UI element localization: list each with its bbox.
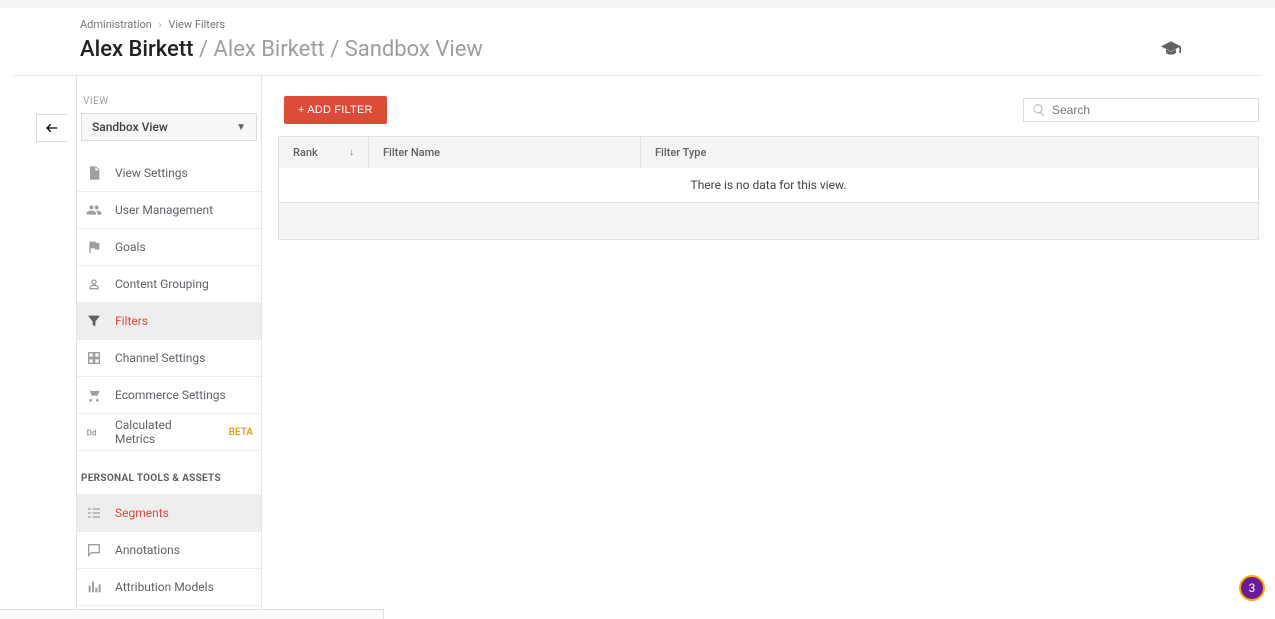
search-icon xyxy=(1032,103,1046,117)
table-footer xyxy=(279,203,1258,239)
nav-attribution-models[interactable]: Attribution Models xyxy=(77,569,261,606)
nav-goals[interactable]: Goals xyxy=(77,229,261,266)
bars-icon xyxy=(85,579,103,595)
nav-label: Annotations xyxy=(115,543,180,557)
dd-icon: Dd xyxy=(85,424,103,440)
group-icon xyxy=(85,202,103,218)
account-name: Alex Birkett xyxy=(80,37,193,62)
nav-label: Channel Settings xyxy=(115,351,205,365)
comment-icon xyxy=(85,542,103,558)
nav-label: Goals xyxy=(115,240,146,254)
page-header: Administration › View Filters Alex Birke… xyxy=(14,8,1261,76)
nav-label: User Management xyxy=(115,203,213,217)
view-selector-value: Sandbox View xyxy=(92,120,168,134)
filter-icon xyxy=(85,313,103,329)
document-icon xyxy=(85,165,103,181)
table-header-row: Rank ↓ Filter Name Filter Type xyxy=(279,137,1258,168)
search-input[interactable] xyxy=(1052,103,1250,117)
breadcrumb[interactable]: Administration › View Filters xyxy=(80,18,483,31)
flag-icon xyxy=(85,239,103,255)
sidebar-section-view-label: VIEW xyxy=(77,76,261,113)
main-content: + ADD FILTER Rank ↓ Filter Name Filter T… xyxy=(262,76,1275,619)
nav-label: Calculated Metrics xyxy=(115,418,215,446)
channel-icon xyxy=(85,350,103,366)
nav-content-grouping[interactable]: Content Grouping xyxy=(77,266,261,303)
sidebar: VIEW Sandbox View ▼ View Settings User M… xyxy=(76,76,261,619)
nav-filters[interactable]: Filters xyxy=(77,303,261,340)
education-icon[interactable] xyxy=(1161,41,1261,63)
nav-ecommerce-settings[interactable]: Ecommerce Settings xyxy=(77,377,261,414)
filters-table: Rank ↓ Filter Name Filter Type There is … xyxy=(278,136,1259,240)
add-filter-button[interactable]: + ADD FILTER xyxy=(284,96,387,124)
nav-label: View Settings xyxy=(115,166,188,180)
nav-label: Ecommerce Settings xyxy=(115,388,226,402)
nav-label: Filters xyxy=(115,314,148,328)
col-header-filter-name[interactable]: Filter Name xyxy=(369,137,641,168)
sort-arrow-icon: ↓ xyxy=(350,147,355,158)
sidebar-section-personal-label: PERSONAL TOOLS & ASSETS xyxy=(77,451,261,495)
col-header-filter-type[interactable]: Filter Type xyxy=(641,137,1258,168)
nav-user-management[interactable]: User Management xyxy=(77,192,261,229)
table-empty-message: There is no data for this view. xyxy=(279,168,1258,203)
nav-calculated-metrics[interactable]: Dd Calculated Metrics BETA xyxy=(77,414,261,451)
nav-label: Attribution Models xyxy=(115,580,214,594)
beta-badge: BETA xyxy=(229,427,253,438)
person-outline-icon xyxy=(85,276,103,292)
breadcrumb-level-1[interactable]: Administration xyxy=(80,18,152,31)
view-path: / Alex Birkett / Sandbox View xyxy=(199,37,483,62)
notification-fab[interactable]: 3 xyxy=(1239,575,1265,601)
nav-annotations[interactable]: Annotations xyxy=(77,532,261,569)
bottom-placeholder-bar xyxy=(0,609,384,619)
view-selector-dropdown[interactable]: Sandbox View ▼ xyxy=(81,113,257,141)
nav-channel-settings[interactable]: Channel Settings xyxy=(77,340,261,377)
cart-icon xyxy=(85,387,103,403)
nav-label: Segments xyxy=(115,506,169,520)
breadcrumb-level-2[interactable]: View Filters xyxy=(168,18,225,31)
nav-view-settings[interactable]: View Settings xyxy=(77,155,261,192)
search-box[interactable] xyxy=(1023,98,1259,122)
nav-segments[interactable]: Segments xyxy=(77,495,261,532)
svg-text:Dd: Dd xyxy=(87,429,97,438)
nav-label: Content Grouping xyxy=(115,277,209,291)
segments-icon xyxy=(85,505,103,521)
fab-count: 3 xyxy=(1249,581,1256,595)
col-header-rank[interactable]: Rank ↓ xyxy=(279,137,369,168)
back-button[interactable] xyxy=(36,114,68,142)
page-title: Alex Birkett / Alex Birkett / Sandbox Vi… xyxy=(80,37,483,63)
chevron-down-icon: ▼ xyxy=(236,122,246,133)
